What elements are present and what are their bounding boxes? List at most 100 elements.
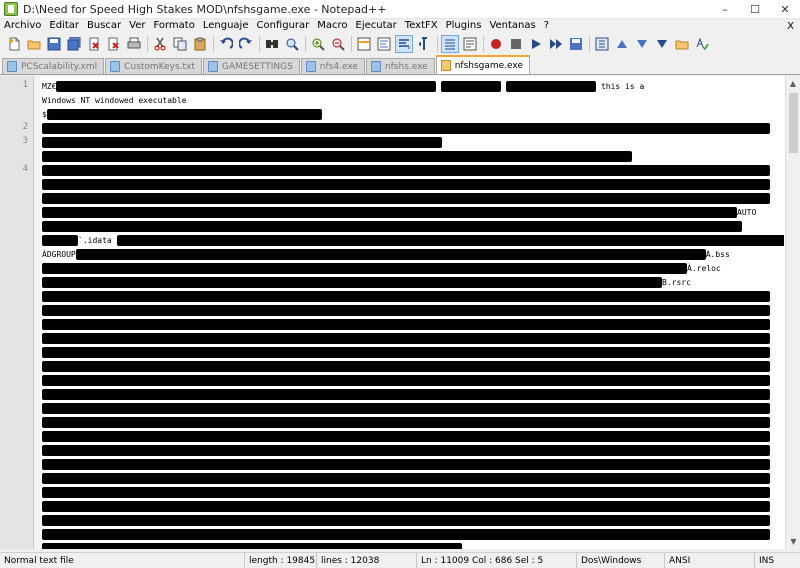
text-line bbox=[42, 402, 784, 416]
run-macro-icon[interactable] bbox=[548, 36, 564, 52]
undo-icon[interactable] bbox=[218, 36, 234, 52]
menu-ejecutar[interactable]: Ejecutar bbox=[352, 19, 401, 33]
function-list-icon[interactable] bbox=[462, 36, 478, 52]
close-all-icon[interactable] bbox=[106, 36, 122, 52]
text-line bbox=[42, 304, 784, 318]
redo-icon[interactable] bbox=[238, 36, 254, 52]
text-line bbox=[42, 346, 784, 360]
tab-nfs4[interactable]: nfs4.exe bbox=[300, 58, 365, 74]
menu-archivo[interactable]: Archivo bbox=[0, 19, 45, 33]
text-line bbox=[42, 514, 784, 528]
text-segment: `.idata bbox=[78, 236, 112, 245]
down-alt-icon[interactable] bbox=[654, 36, 670, 52]
tab-pcscalability[interactable]: PCScalability.xml bbox=[2, 58, 105, 74]
word-wrap-icon[interactable] bbox=[376, 36, 392, 52]
text-line bbox=[42, 150, 784, 164]
record-macro-icon[interactable] bbox=[488, 36, 504, 52]
status-eol-format: Dos\Windows bbox=[577, 552, 665, 568]
text-line: AUTO bbox=[42, 206, 784, 220]
save-macro-icon[interactable] bbox=[568, 36, 584, 52]
text-segment: ÀDGROUP bbox=[42, 250, 76, 259]
stop-macro-icon[interactable] bbox=[508, 36, 524, 52]
menu-textfx[interactable]: TextFX bbox=[401, 19, 442, 33]
text-line bbox=[42, 318, 784, 332]
text-segment: MZ€ bbox=[42, 82, 57, 91]
scroll-down-icon[interactable]: ▼ bbox=[786, 534, 800, 549]
file-icon bbox=[305, 61, 316, 72]
menu-configurar[interactable]: Configurar bbox=[252, 19, 313, 33]
menu-lenguaje[interactable]: Lenguaje bbox=[199, 19, 253, 33]
toolbar-separator bbox=[259, 36, 260, 52]
close-button[interactable]: ✕ bbox=[770, 0, 800, 19]
play-macro-icon[interactable] bbox=[528, 36, 544, 52]
tab-label: PCScalability.xml bbox=[21, 61, 98, 72]
text-line bbox=[42, 164, 784, 178]
zoom-in-icon[interactable] bbox=[310, 36, 326, 52]
menu-bar: Archivo Editar Buscar Ver Formato Lengua… bbox=[0, 19, 800, 33]
text-segment: B.rsrc bbox=[662, 278, 691, 287]
menu-help[interactable]: ? bbox=[540, 19, 553, 33]
vertical-scrollbar[interactable]: ▲ ▼ bbox=[785, 76, 800, 549]
tab-label: CustomKeys.txt bbox=[124, 61, 195, 72]
menu-ventanas[interactable]: Ventanas bbox=[485, 19, 539, 33]
new-file-icon[interactable] bbox=[6, 36, 22, 52]
editor-area[interactable]: 1 2 3 4 MZ€ this is a Windows NT windowe… bbox=[0, 76, 785, 549]
sync-scroll-icon[interactable] bbox=[356, 36, 372, 52]
scrollbar-thumb[interactable] bbox=[789, 93, 798, 153]
menu-buscar[interactable]: Buscar bbox=[83, 19, 125, 33]
text-line bbox=[42, 192, 784, 206]
toolbar-separator bbox=[147, 36, 148, 52]
maximize-button[interactable]: ☐ bbox=[740, 0, 770, 19]
text-line bbox=[42, 388, 784, 402]
indent-guide-icon[interactable] bbox=[416, 36, 432, 52]
open-file-icon[interactable] bbox=[26, 36, 42, 52]
print-icon[interactable] bbox=[126, 36, 142, 52]
find-icon[interactable] bbox=[264, 36, 280, 52]
tab-gamesettings[interactable]: GAMESETTINGS bbox=[202, 58, 300, 74]
text-segment: À.reloc bbox=[687, 264, 721, 273]
menu-ver[interactable]: Ver bbox=[125, 19, 149, 33]
text-line bbox=[42, 430, 784, 444]
scroll-up-icon[interactable]: ▲ bbox=[786, 76, 800, 91]
tab-nfshsgame[interactable]: nfshsgame.exe bbox=[435, 55, 531, 74]
text-line: `.idata bbox=[42, 234, 784, 248]
file-icon bbox=[110, 61, 121, 72]
text-line bbox=[42, 500, 784, 514]
text-line bbox=[42, 178, 784, 192]
bookmark-icon[interactable] bbox=[594, 36, 610, 52]
close-icon[interactable] bbox=[86, 36, 102, 52]
paste-icon[interactable] bbox=[192, 36, 208, 52]
text-line bbox=[42, 444, 784, 458]
status-length: length : 1984512 bbox=[245, 552, 317, 568]
title-bar: D:\Need for Speed High Stakes MOD\nfshsg… bbox=[0, 0, 800, 19]
save-all-icon[interactable] bbox=[66, 36, 82, 52]
tab-customkeys[interactable]: CustomKeys.txt bbox=[105, 58, 202, 74]
cut-icon[interactable] bbox=[152, 36, 168, 52]
text-line bbox=[42, 122, 784, 136]
status-document-type: Normal text file bbox=[0, 552, 245, 568]
text-line bbox=[42, 486, 784, 500]
replace-icon[interactable] bbox=[284, 36, 300, 52]
folder-icon[interactable] bbox=[674, 36, 690, 52]
zoom-out-icon[interactable] bbox=[330, 36, 346, 52]
text-line: Windows NT windowed executable bbox=[42, 94, 784, 108]
copy-icon[interactable] bbox=[172, 36, 188, 52]
show-all-chars-icon[interactable] bbox=[395, 35, 413, 53]
line-number: 1 bbox=[22, 80, 28, 90]
document-map-icon[interactable] bbox=[441, 35, 459, 53]
up-icon[interactable] bbox=[614, 36, 630, 52]
spellcheck-icon[interactable] bbox=[694, 36, 710, 52]
save-icon[interactable] bbox=[46, 36, 62, 52]
minimize-button[interactable]: – bbox=[710, 0, 740, 19]
text-segment: this is a bbox=[600, 82, 645, 91]
tab-nfshs[interactable]: nfshs.exe bbox=[365, 58, 435, 74]
text-line: À.reloc bbox=[42, 262, 784, 276]
menu-macro[interactable]: Macro bbox=[313, 19, 351, 33]
close-document-button[interactable]: X bbox=[781, 21, 800, 32]
menu-editar[interactable]: Editar bbox=[45, 19, 83, 33]
menu-plugins[interactable]: Plugins bbox=[442, 19, 486, 33]
file-icon bbox=[440, 60, 451, 71]
toolbar-separator bbox=[483, 36, 484, 52]
down-icon[interactable] bbox=[634, 36, 650, 52]
menu-formato[interactable]: Formato bbox=[149, 19, 198, 33]
